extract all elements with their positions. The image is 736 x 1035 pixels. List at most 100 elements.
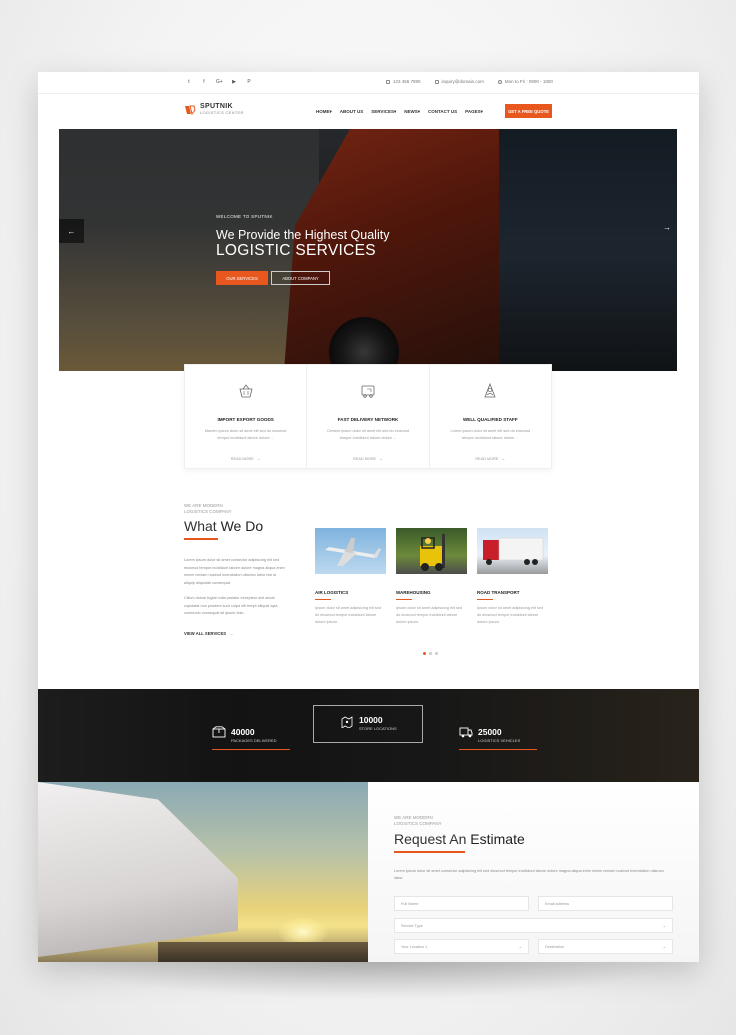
arrow-right-icon: → bbox=[256, 457, 261, 461]
menu-item-news[interactable]: NEWS▾ bbox=[404, 109, 420, 115]
estimate-image bbox=[38, 782, 368, 962]
logo-mark-icon bbox=[184, 103, 196, 116]
read-more-label: READ MORE bbox=[475, 457, 499, 461]
wwd-title-a: What bbox=[184, 518, 217, 534]
store-location-icon bbox=[341, 716, 353, 728]
estimate-subtitle: WE ARE MODERN LOGISTICS COMPANY bbox=[394, 815, 442, 827]
full-name-placeholder: Full Name bbox=[401, 901, 419, 906]
stat-label: STORE LOCATIONS bbox=[359, 726, 397, 731]
carousel-dot[interactable] bbox=[423, 652, 426, 655]
feature-title: IMPORT EXPORT GOODS bbox=[217, 417, 274, 422]
stat-value: 10000 bbox=[359, 715, 383, 725]
slider-next-arrow-icon[interactable]: → bbox=[663, 223, 671, 232]
full-name-field[interactable]: Full Name bbox=[394, 896, 529, 911]
wwd-paragraph: Cillum dolore fugiat nulla pariatur exce… bbox=[184, 596, 278, 615]
vehicle-icon bbox=[459, 727, 473, 738]
phone-icon bbox=[386, 79, 390, 84]
slider-prev-arrow-icon[interactable]: ← bbox=[59, 219, 84, 243]
logo[interactable]: SPUTNIK LOGISTICS CENTER bbox=[184, 103, 244, 116]
service-desc: Ipsum dolor sit amet adipisicing elit se… bbox=[396, 606, 463, 625]
estimate-underline bbox=[394, 851, 465, 853]
basket-icon bbox=[239, 384, 253, 398]
pinterest-icon[interactable]: P bbox=[246, 79, 252, 85]
stat-item: 25000 LOGISTICS VEHICLES bbox=[459, 712, 539, 752]
service-type-value: Service Type bbox=[401, 923, 423, 928]
contact-info: 123 456 7890 inquiry@domain.com Mon to F… bbox=[386, 79, 553, 84]
road-image bbox=[158, 942, 368, 962]
arrow-right-icon: → bbox=[379, 457, 383, 461]
email-address[interactable]: inquiry@domain.com bbox=[442, 79, 484, 84]
brand-name: SPUTNIK bbox=[200, 103, 233, 110]
email-info[interactable]: inquiry@domain.com bbox=[434, 79, 484, 84]
website-mockup: t f G+ ▶ P 123 456 7890 inquiry@domain.c… bbox=[38, 72, 699, 962]
menu-item-about[interactable]: ABOUT US bbox=[340, 109, 364, 115]
service-card[interactable]: ROAD TRANSPORT Ipsum dolor sit amet adip… bbox=[477, 528, 548, 626]
feature-title: WELL QUALIFIED STAFF bbox=[462, 417, 518, 422]
wwd-underline bbox=[184, 538, 218, 540]
service-card[interactable]: WAREHOUSING Ipsum dolor sit amet adipisi… bbox=[396, 528, 467, 626]
services-carousel: AIR LOGISTICS Ipsum dolor sit amet adipi… bbox=[315, 528, 548, 626]
features-card: IMPORT EXPORT GOODS Manem ipsum dolor si… bbox=[184, 364, 552, 469]
our-services-button[interactable]: OUR SERVICES bbox=[216, 271, 268, 285]
wwd-title: What We Do bbox=[184, 518, 263, 534]
stat-item-highlighted: 10000 STORE LOCATIONS bbox=[313, 705, 423, 743]
twitter-icon[interactable]: t bbox=[186, 79, 192, 85]
menu-item-services[interactable]: SERVICES▾ bbox=[371, 109, 396, 115]
menu-label: PAGES bbox=[465, 109, 481, 114]
estimate-title: Request An Estimate bbox=[394, 831, 525, 847]
brand-tagline: LOGISTICS CENTER bbox=[200, 110, 244, 115]
opening-hours: Mon to Fri : 0900 - 1800 bbox=[504, 79, 553, 84]
menu-item-contact[interactable]: CONTACT US bbox=[428, 109, 457, 115]
feature-desc: Manem ipsum dolor sit amet elit sed do e… bbox=[204, 429, 287, 440]
read-more-label: READ MORE bbox=[353, 457, 377, 461]
read-more-link[interactable]: READ MORE → bbox=[307, 457, 428, 461]
read-more-label: READ MORE bbox=[230, 457, 254, 461]
location-select[interactable]: Your Location 1 ⌄ bbox=[394, 939, 529, 954]
estimate-title-b: Estimate bbox=[470, 831, 525, 847]
read-more-link[interactable]: READ MORE → bbox=[430, 457, 551, 461]
service-card[interactable]: AIR LOGISTICS Ipsum dolor sit amet adipi… bbox=[315, 528, 386, 626]
main-nav: SPUTNIK LOGISTICS CENTER HOME▾ ABOUT US … bbox=[38, 94, 699, 130]
feature-item: IMPORT EXPORT GOODS Manem ipsum dolor si… bbox=[185, 365, 308, 468]
air-logistics-image bbox=[315, 528, 386, 574]
phone-number: 123 456 7890 bbox=[393, 79, 421, 84]
menu-label: SERVICES bbox=[371, 109, 394, 114]
about-company-button[interactable]: ABOUT COMPANY bbox=[271, 271, 330, 285]
hours-info: Mon to Fri : 0900 - 1800 bbox=[497, 79, 553, 84]
wwd-paragraph: Lorem ipsum dolor sit amet consectur adi… bbox=[184, 558, 285, 585]
youtube-icon[interactable]: ▶ bbox=[231, 79, 237, 85]
service-underline bbox=[315, 599, 331, 601]
destination-select[interactable]: Destination ⌄ bbox=[538, 939, 673, 954]
road-transport-image bbox=[477, 528, 548, 574]
free-quote-button[interactable]: GET A FREE QUOTE bbox=[505, 104, 552, 118]
chevron-down-icon: ⌄ bbox=[518, 944, 522, 949]
hero-headline: We Provide the Highest Quality bbox=[216, 228, 390, 242]
stat-item: 40000 PACKAGES DELIVERED bbox=[212, 712, 292, 752]
top-bar: t f G+ ▶ P 123 456 7890 inquiry@domain.c… bbox=[38, 72, 699, 94]
view-all-services-link[interactable]: VIEW ALL SERVICES → bbox=[184, 631, 233, 636]
phone-info: 123 456 7890 bbox=[386, 79, 421, 84]
carousel-dot[interactable] bbox=[435, 652, 438, 655]
google-plus-icon[interactable]: G+ bbox=[216, 79, 223, 85]
mail-icon bbox=[434, 79, 439, 84]
wwd-title-b: We Do bbox=[220, 518, 264, 534]
menu-item-home[interactable]: HOME▾ bbox=[316, 109, 332, 115]
stat-label: PACKAGES DELIVERED bbox=[231, 738, 277, 743]
chevron-down-icon: ⌄ bbox=[662, 923, 666, 928]
carousel-dot[interactable] bbox=[429, 652, 432, 655]
read-more-link[interactable]: READ MORE → bbox=[185, 457, 306, 461]
carousel-dots bbox=[423, 652, 438, 655]
menu-item-pages[interactable]: PAGES▾ bbox=[465, 109, 483, 115]
email-field[interactable]: Email address bbox=[538, 896, 673, 911]
feature-item: WELL QUALIFIED STAFF Lorem ipsum dolor s… bbox=[430, 365, 551, 468]
estimate-title-a: Request An bbox=[394, 831, 467, 847]
facebook-icon[interactable]: f bbox=[201, 79, 207, 85]
service-type-select[interactable]: Service Type ⌄ bbox=[394, 918, 673, 933]
feature-title: FAST DELIVERY NETWORK bbox=[337, 417, 399, 422]
hero-subheadline: LOGISTIC SERVICES bbox=[216, 242, 376, 259]
email-placeholder: Email address bbox=[545, 901, 570, 906]
hero-welcome: WELCOME TO SPUTNIK bbox=[216, 214, 273, 219]
stats-band: 40000 PACKAGES DELIVERED 10000 STORE LOC… bbox=[38, 689, 699, 782]
service-title: ROAD TRANSPORT bbox=[477, 590, 520, 595]
page-floor-shadow bbox=[60, 960, 676, 1000]
